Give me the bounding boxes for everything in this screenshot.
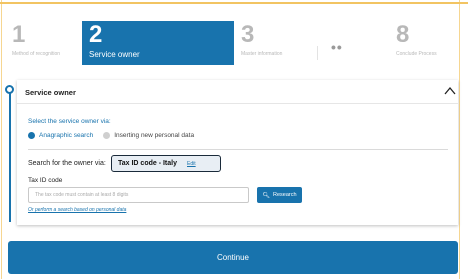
radio-label-anagraphic[interactable]: Anagraphic search	[39, 132, 93, 139]
search-icon: 🔍︎	[262, 192, 271, 199]
step-label: Conclude Process	[396, 51, 437, 57]
search-method-chip[interactable]: Tax ID code - Italy Edit	[111, 155, 221, 172]
service-owner-section: Service owner Select the service owner v…	[17, 80, 458, 225]
step-ellipsis[interactable]: ••	[317, 21, 389, 65]
radio-anagraphic-search[interactable]	[28, 131, 35, 139]
top-accent-line	[0, 2, 468, 4]
edit-search-method-link[interactable]: Edit	[187, 161, 196, 167]
progress-rail-dot	[5, 85, 14, 94]
tax-id-label: Tax ID code	[28, 177, 63, 184]
radio-new-personal-data[interactable]	[103, 131, 111, 139]
tax-id-input[interactable]	[28, 187, 249, 203]
step-label: Service owner	[89, 50, 140, 59]
step-3[interactable]: 3 Master information	[234, 21, 317, 65]
left-accent-line	[1, 0, 2, 279]
personal-data-search-link[interactable]: Or perform a search based on personal da…	[28, 207, 126, 213]
continue-button-label: Continue	[216, 253, 250, 262]
research-button-label: Research	[273, 192, 297, 198]
more-steps-icon: ••	[331, 39, 343, 55]
step-separator	[317, 46, 318, 60]
research-button[interactable]: 🔍︎ Research	[257, 187, 302, 203]
section-title: Service owner	[25, 88, 76, 97]
right-accent-line	[459, 0, 460, 279]
step-label: Master information	[241, 51, 283, 57]
search-method-value: Tax ID code - Italy	[118, 160, 177, 167]
stepper: 1 Method of recognition 2 Service owner …	[5, 21, 457, 65]
divider	[28, 149, 448, 150]
step-2-active[interactable]: 2 Service owner	[82, 21, 234, 65]
step-1[interactable]: 1 Method of recognition	[5, 21, 82, 65]
search-via-intro: Select the service owner via:	[28, 118, 111, 125]
progress-rail	[9, 88, 11, 222]
search-via-options: Anagraphic search Inserting new personal…	[28, 130, 204, 140]
step-number: 8	[396, 21, 410, 48]
chevron-up-icon[interactable]	[444, 85, 456, 97]
section-header[interactable]: Service owner	[17, 80, 458, 104]
continue-button[interactable]: Continue	[8, 241, 458, 274]
step-8[interactable]: 8 Conclude Process	[389, 21, 457, 65]
radio-label-new-data[interactable]: Inserting new personal data	[114, 132, 194, 139]
step-number: 3	[241, 21, 255, 48]
step-label: Method of recognition	[12, 51, 61, 57]
search-for-label: Search for the owner via:	[28, 160, 106, 167]
step-number: 2	[89, 21, 103, 48]
step-number: 1	[12, 21, 26, 48]
page: 1 Method of recognition 2 Service owner …	[0, 0, 468, 279]
